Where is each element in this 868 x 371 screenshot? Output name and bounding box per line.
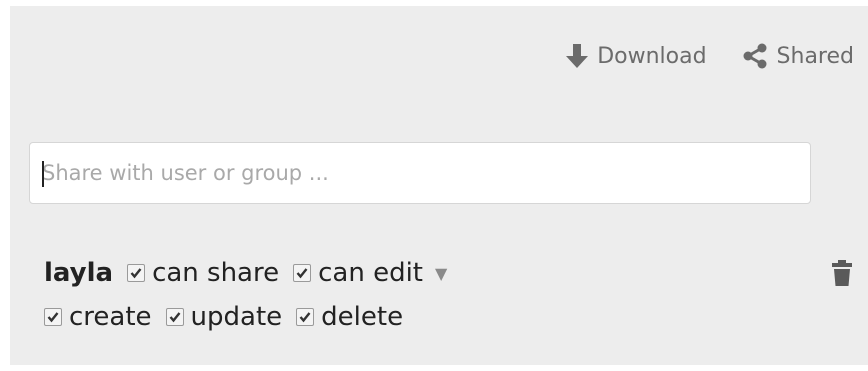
file-actions-toolbar: Download Shared xyxy=(565,42,854,70)
delete-checkbox[interactable] xyxy=(296,308,315,326)
share-with-input[interactable] xyxy=(29,142,811,204)
caret-down-icon[interactable]: ▼ xyxy=(435,264,447,283)
text-cursor xyxy=(42,161,44,187)
share-entry-row-2: create update delete xyxy=(44,295,447,339)
shared-button[interactable]: Shared xyxy=(741,42,854,70)
permission-can-edit[interactable]: can edit xyxy=(293,258,423,288)
share-entry-row-1: layla can share can edit ▼ xyxy=(44,251,447,295)
share-username: layla xyxy=(44,258,114,288)
can-edit-checkbox[interactable] xyxy=(293,264,312,282)
download-button[interactable]: Download xyxy=(565,42,707,70)
share-icon xyxy=(741,42,769,70)
download-icon xyxy=(565,42,589,70)
share-entry: layla can share can edit ▼ create update… xyxy=(44,251,447,339)
sharing-panel: Download Shared layla xyxy=(10,6,868,365)
permission-delete[interactable]: delete xyxy=(296,302,403,332)
update-label: update xyxy=(190,302,283,332)
download-label: Download xyxy=(597,43,707,69)
update-checkbox[interactable] xyxy=(165,308,184,326)
permission-create[interactable]: create xyxy=(44,302,152,332)
can-share-checkbox[interactable] xyxy=(127,264,146,282)
can-share-label: can share xyxy=(152,258,280,288)
can-edit-label: can edit xyxy=(318,258,423,288)
create-label: create xyxy=(69,302,152,332)
permission-update[interactable]: update xyxy=(165,302,283,332)
permission-can-share[interactable]: can share xyxy=(127,258,279,288)
trash-icon[interactable] xyxy=(831,259,853,291)
create-checkbox[interactable] xyxy=(44,308,62,326)
shared-label: Shared xyxy=(776,43,854,69)
delete-label: delete xyxy=(321,302,404,332)
